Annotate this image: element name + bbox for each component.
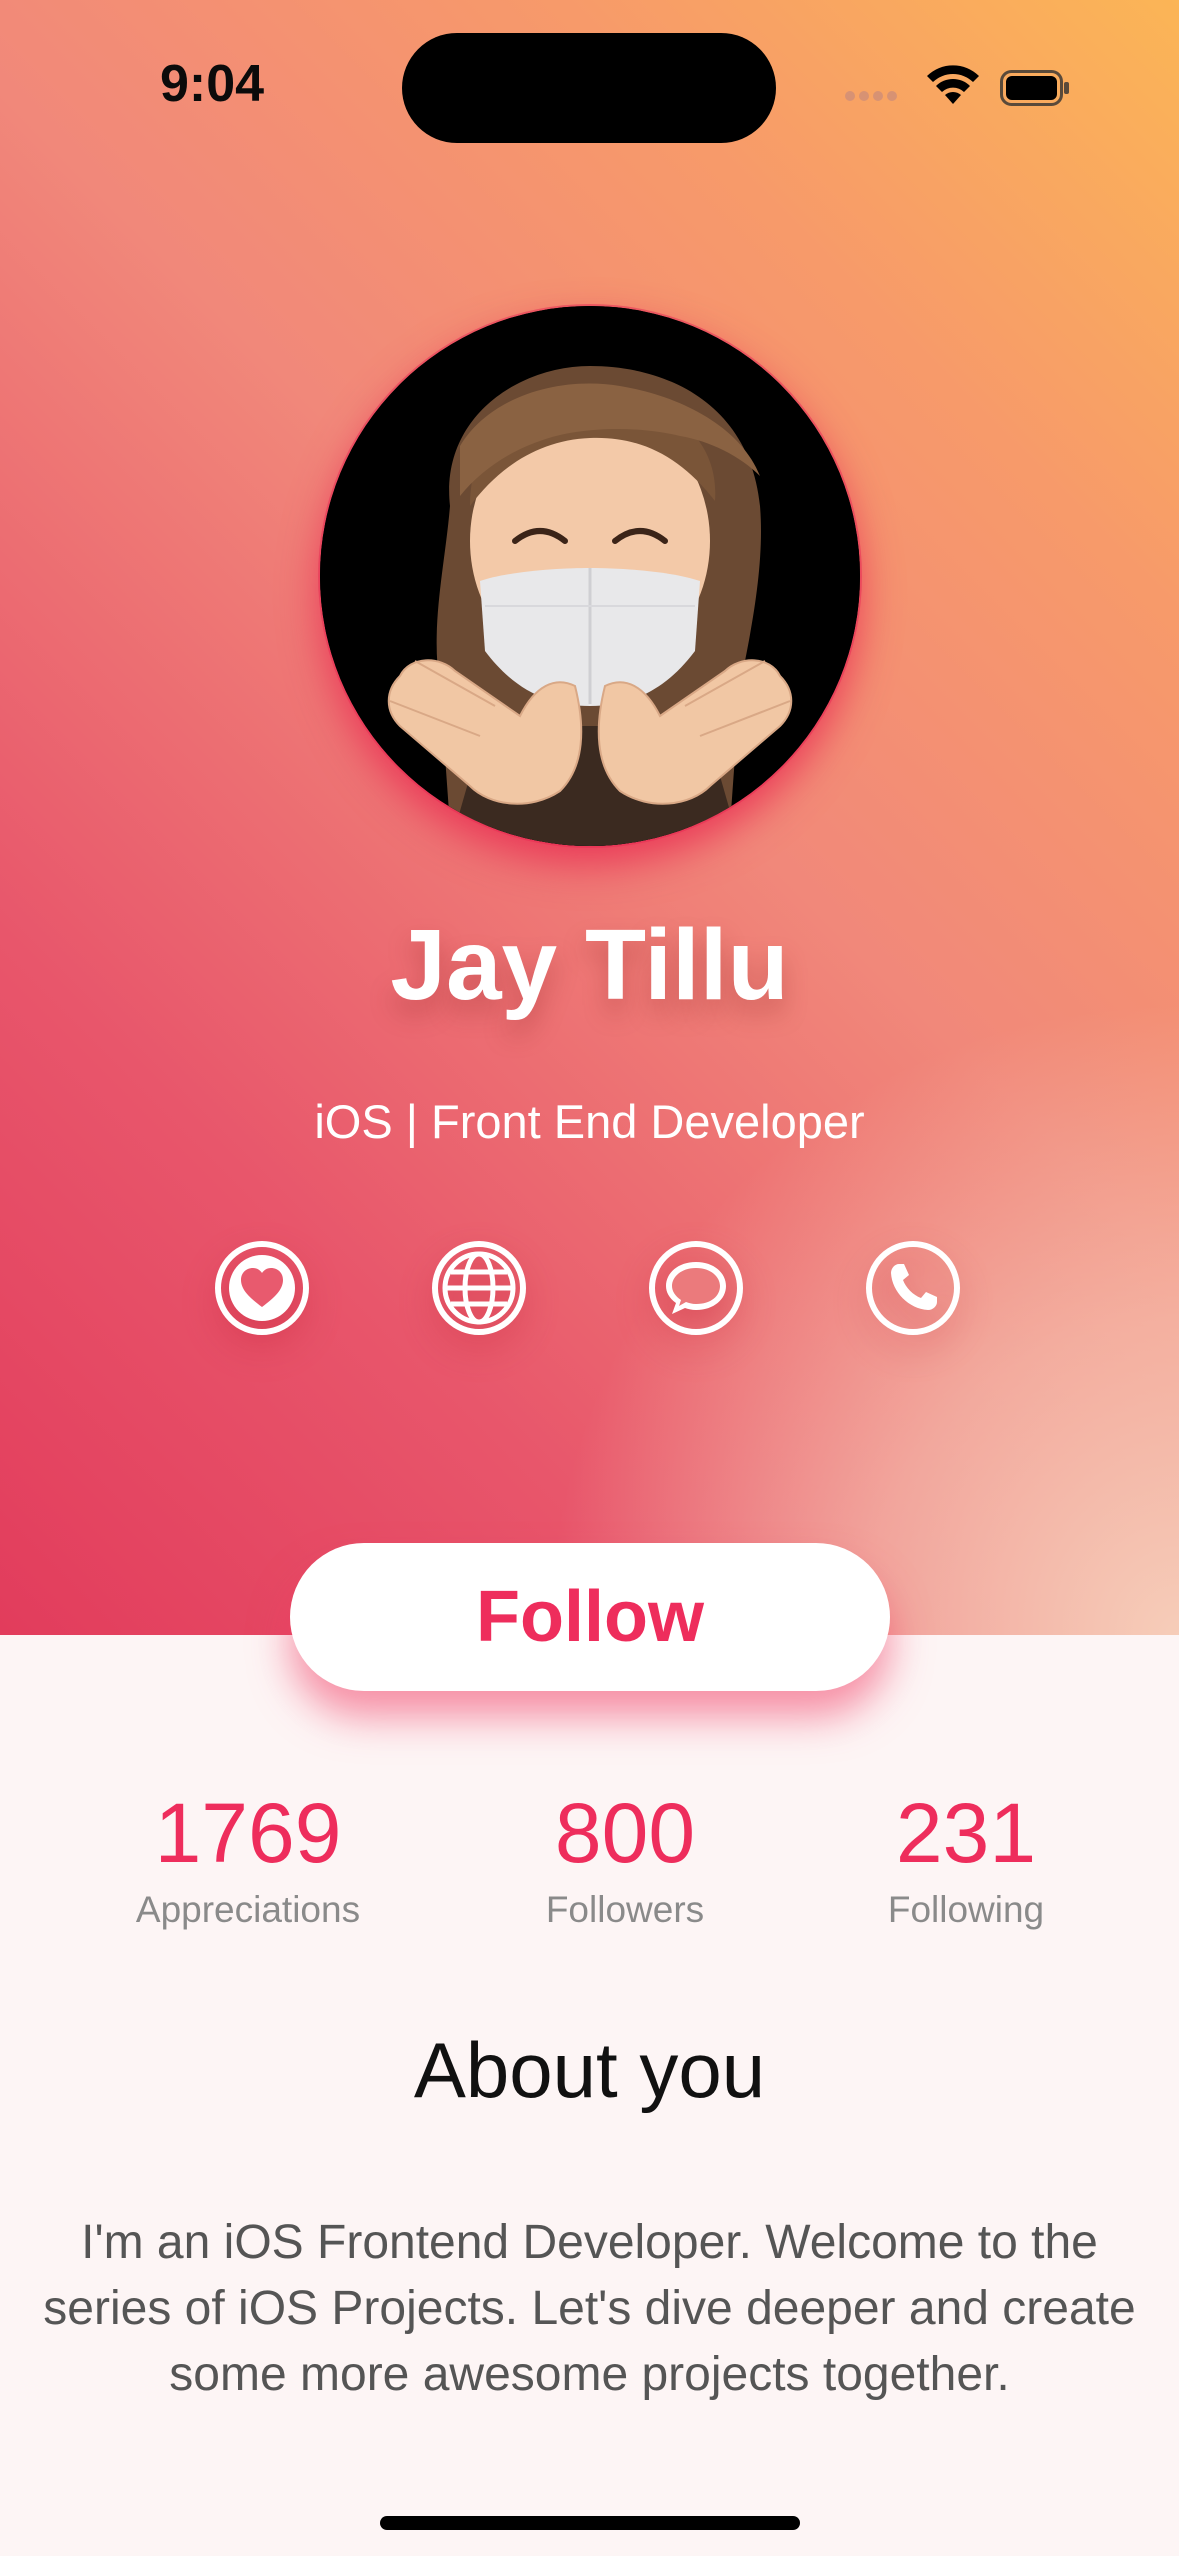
action-icons-row bbox=[0, 1240, 1179, 1340]
home-indicator[interactable] bbox=[380, 2516, 800, 2530]
phone-icon[interactable] bbox=[865, 1240, 961, 1336]
globe-icon[interactable] bbox=[431, 1240, 527, 1336]
stat-appreciations[interactable]: 1769 Appreciations bbox=[68, 1785, 428, 1931]
follow-button[interactable]: Follow bbox=[290, 1543, 890, 1691]
stat-followers[interactable]: 800 Followers bbox=[445, 1785, 805, 1931]
cellular-signal-icon bbox=[845, 88, 903, 101]
about-text: I'm an iOS Frontend Developer. Welcome t… bbox=[43, 2216, 1136, 2401]
battery-icon bbox=[1000, 70, 1069, 106]
stat-value: 1769 bbox=[154, 1786, 342, 1880]
status-time: 9:04 bbox=[160, 55, 265, 113]
about-title: About you bbox=[413, 2026, 766, 2114]
wifi-icon bbox=[927, 65, 979, 104]
dynamic-island bbox=[402, 33, 776, 143]
memoji-avatar-image bbox=[320, 306, 860, 846]
profile-role: iOS | Front End Developer bbox=[314, 1095, 865, 1148]
stat-label: Followers bbox=[545, 1889, 705, 1930]
stat-value: 231 bbox=[895, 1786, 1037, 1880]
message-icon[interactable] bbox=[648, 1240, 744, 1336]
stat-label: Appreciations bbox=[135, 1889, 361, 1930]
profile-name: Jay Tillu bbox=[390, 909, 789, 1021]
stat-value: 800 bbox=[554, 1786, 696, 1880]
stat-following[interactable]: 231 Following bbox=[786, 1785, 1146, 1931]
heart-icon[interactable] bbox=[214, 1240, 310, 1336]
profile-screen: 9:04 Jay Tillu iOS | Front End Developer… bbox=[0, 0, 1179, 2556]
avatar bbox=[320, 306, 860, 846]
stat-label: Following bbox=[887, 1889, 1045, 1930]
